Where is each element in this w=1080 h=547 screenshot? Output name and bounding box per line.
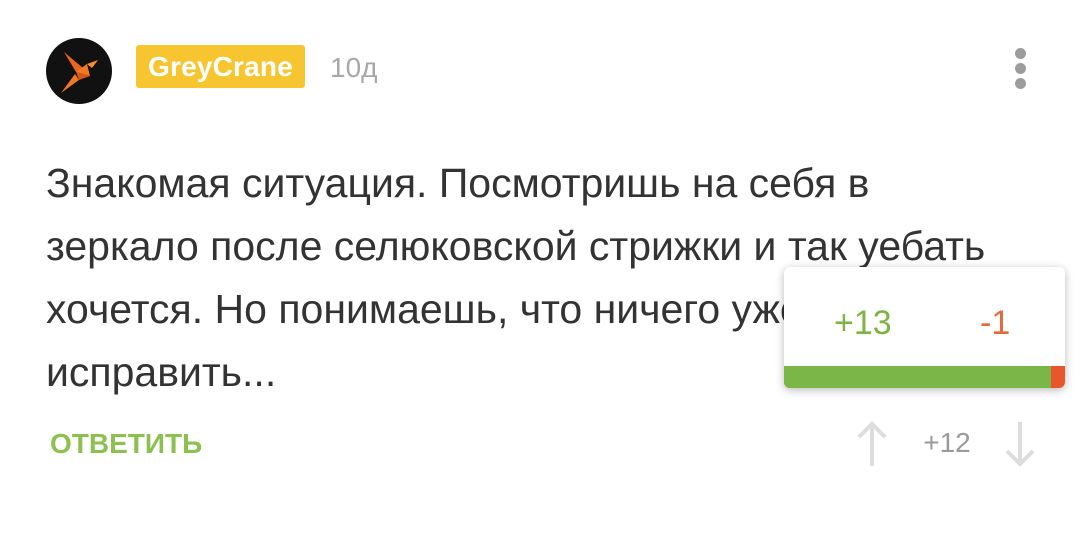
author-name[interactable]: GreyCrane <box>136 45 305 88</box>
vote-breakdown-popup: +13 -1 <box>784 267 1065 388</box>
arrow-down-icon[interactable] <box>1000 418 1040 470</box>
vote-ratio-bar <box>784 366 1065 388</box>
arrow-up-icon[interactable] <box>852 418 892 470</box>
comment-rating: +12 <box>923 427 971 458</box>
vote-ratio-positive <box>784 366 1051 388</box>
avatar[interactable] <box>46 38 112 104</box>
pros-count: +13 <box>834 304 892 342</box>
reply-button[interactable]: ОТВЕТИТЬ <box>50 424 202 464</box>
more-vertical-icon[interactable] <box>1008 44 1034 94</box>
crane-logo-icon <box>61 52 98 93</box>
dot <box>1015 48 1026 59</box>
comment-time: 10д <box>330 52 378 83</box>
cons-count: -1 <box>980 304 1011 342</box>
dot <box>1015 78 1026 89</box>
dot <box>1015 63 1026 74</box>
